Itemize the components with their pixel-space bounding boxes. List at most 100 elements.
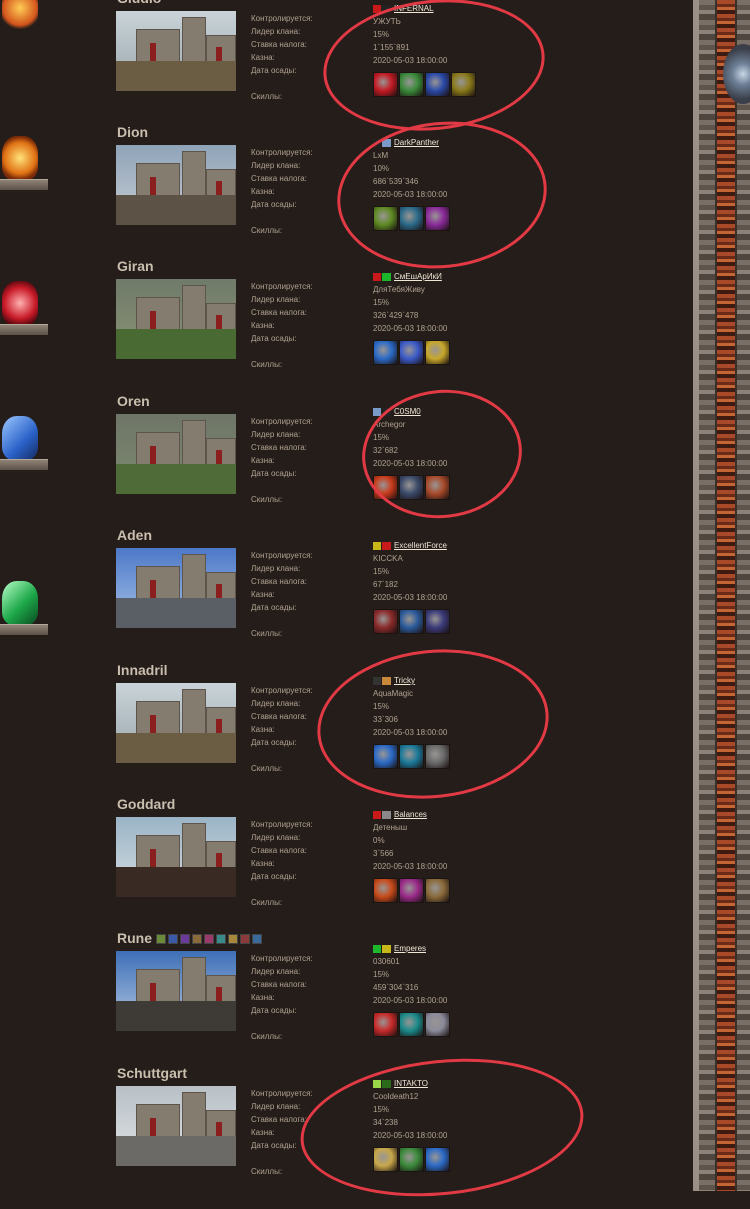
siege-date-value: 2020-05-03 18:00:00 xyxy=(373,593,448,602)
tax-rate-value: 15% xyxy=(373,567,390,576)
castle-block: Innadril Контролируется: Лидер клана: Ст… xyxy=(0,662,690,797)
info-labels: Контролируется: Лидер клана: Ставка нало… xyxy=(251,280,313,371)
clan-leader-label: Лидер клана: xyxy=(251,430,301,439)
siege-date-value: 2020-05-03 18:00:00 xyxy=(373,324,448,333)
castle-skills xyxy=(373,878,450,903)
skill-icon[interactable] xyxy=(425,340,450,365)
controlled-by-label: Контролируется: xyxy=(251,282,313,291)
info-labels: Контролируется: Лидер клана: Ставка нало… xyxy=(251,1087,313,1178)
skill-icon[interactable] xyxy=(425,72,450,97)
castle-image xyxy=(116,1086,236,1166)
skill-icon[interactable] xyxy=(425,609,450,634)
clan-name-link[interactable]: INTAKTO xyxy=(394,1077,428,1090)
clan-leader-value: AquaMagic xyxy=(373,689,414,698)
clan-name-link[interactable]: Tricky xyxy=(394,674,415,687)
siege-date-label: Дата осады: xyxy=(251,1006,297,1015)
castle-image xyxy=(116,683,236,763)
skill-icon[interactable] xyxy=(373,72,398,97)
info-labels: Контролируется: Лидер клана: Ставка нало… xyxy=(251,146,313,237)
castle-skills xyxy=(373,340,450,365)
treasury-value: 32`682 xyxy=(373,446,398,455)
tax-rate-label: Ставка налога: xyxy=(251,712,307,721)
clan-name-link[interactable]: C0SM0 xyxy=(394,405,421,418)
tax-rate-label: Ставка налога: xyxy=(251,40,307,49)
skill-icon[interactable] xyxy=(373,1012,398,1037)
skill-icon[interactable] xyxy=(399,475,424,500)
skill-icon[interactable] xyxy=(399,609,424,634)
skill-icon[interactable] xyxy=(399,878,424,903)
skill-icon[interactable] xyxy=(425,744,450,769)
owner-clan: Emperes xyxy=(373,942,447,955)
skill-icon[interactable] xyxy=(399,72,424,97)
clan-name-link[interactable]: СмЕшАрИкИ xyxy=(394,270,442,283)
owner-clan: ExcellentForce xyxy=(373,539,447,552)
tax-rate-value: 0% xyxy=(373,836,385,845)
castle-block: Dion Контролируется: Лидер клана: Ставка… xyxy=(0,124,690,259)
siege-date-label: Дата осады: xyxy=(251,469,297,478)
castle-block: Gludio Контролируется: Лидер клана: Став… xyxy=(0,0,690,125)
skill-icon[interactable] xyxy=(399,1012,424,1037)
treasury-label: Казна: xyxy=(251,1128,275,1137)
controlled-by-label: Контролируется: xyxy=(251,148,313,157)
territory-icon xyxy=(180,934,190,945)
clan-name-link[interactable]: Emperes xyxy=(394,942,426,955)
skill-icon[interactable] xyxy=(425,1147,450,1172)
castle-name: Dion xyxy=(117,124,149,140)
skill-icon[interactable] xyxy=(373,1147,398,1172)
skill-icon[interactable] xyxy=(425,206,450,231)
info-values: INFERNAL УЖУТЬ 15% 1`155`891 2020-05-03 … xyxy=(373,2,447,67)
tax-rate-label: Ставка налога: xyxy=(251,980,307,989)
clan-leader-value: Cooldeath12 xyxy=(373,1092,419,1101)
castle-skills xyxy=(373,1147,450,1172)
castle-skills xyxy=(373,1012,450,1037)
clan-leader-label: Лидер клана: xyxy=(251,967,301,976)
castle-skills xyxy=(373,475,450,500)
clan-leader-label: Лидер клана: xyxy=(251,833,301,842)
siege-date-label: Дата осады: xyxy=(251,738,297,747)
territory-icon xyxy=(204,934,214,945)
skill-icon[interactable] xyxy=(373,340,398,365)
skill-icon[interactable] xyxy=(399,744,424,769)
info-labels: Контролируется: Лидер клана: Ставка нало… xyxy=(251,12,313,103)
skills-label: Скиллы: xyxy=(251,360,283,369)
skill-icon[interactable] xyxy=(451,72,476,97)
castle-image xyxy=(116,145,236,225)
treasury-label: Казна: xyxy=(251,53,275,62)
territory-icon xyxy=(168,934,178,945)
skill-icon[interactable] xyxy=(425,475,450,500)
skill-icon[interactable] xyxy=(373,744,398,769)
skill-icon[interactable] xyxy=(373,206,398,231)
clan-leader-value: Archegor xyxy=(373,420,406,429)
clan-name-link[interactable]: Balances xyxy=(394,808,427,821)
info-labels: Контролируется: Лидер клана: Ставка нало… xyxy=(251,415,313,506)
skill-icon[interactable] xyxy=(399,1147,424,1172)
clan-leader-value: ДляТебяЖиву xyxy=(373,285,425,294)
castle-image xyxy=(116,951,236,1031)
territory-icon xyxy=(192,934,202,945)
clan-leader-value: LxM xyxy=(373,151,389,160)
siege-date-value: 2020-05-03 18:00:00 xyxy=(373,56,448,65)
skills-label: Скиллы: xyxy=(251,1032,283,1041)
clan-name-link[interactable]: DarkPanther xyxy=(394,136,439,149)
tax-rate-value: 10% xyxy=(373,164,390,173)
clan-name-link[interactable]: ExcellentForce xyxy=(394,539,447,552)
skill-icon[interactable] xyxy=(373,878,398,903)
treasury-value: 3`566 xyxy=(373,849,394,858)
clan-name-link[interactable]: INFERNAL xyxy=(394,2,434,15)
skill-icon[interactable] xyxy=(373,475,398,500)
skill-icon[interactable] xyxy=(399,340,424,365)
skill-icon[interactable] xyxy=(425,878,450,903)
castle-block: Rune Контролируется: Лидер клана: Ставка… xyxy=(0,930,690,1065)
castle-name: Innadril xyxy=(117,662,168,678)
clan-crest-icon xyxy=(373,1079,391,1088)
info-labels: Контролируется: Лидер клана: Ставка нало… xyxy=(251,684,313,775)
siege-date-label: Дата осады: xyxy=(251,334,297,343)
skill-icon[interactable] xyxy=(399,206,424,231)
controlled-by-label: Контролируется: xyxy=(251,1089,313,1098)
tax-rate-label: Ставка налога: xyxy=(251,1115,307,1124)
skill-icon[interactable] xyxy=(425,1012,450,1037)
info-values: DarkPanther LxM 10% 686`539`346 2020-05-… xyxy=(373,136,447,201)
siege-date-label: Дата осады: xyxy=(251,603,297,612)
treasury-value: 67`182 xyxy=(373,580,398,589)
skill-icon[interactable] xyxy=(373,609,398,634)
